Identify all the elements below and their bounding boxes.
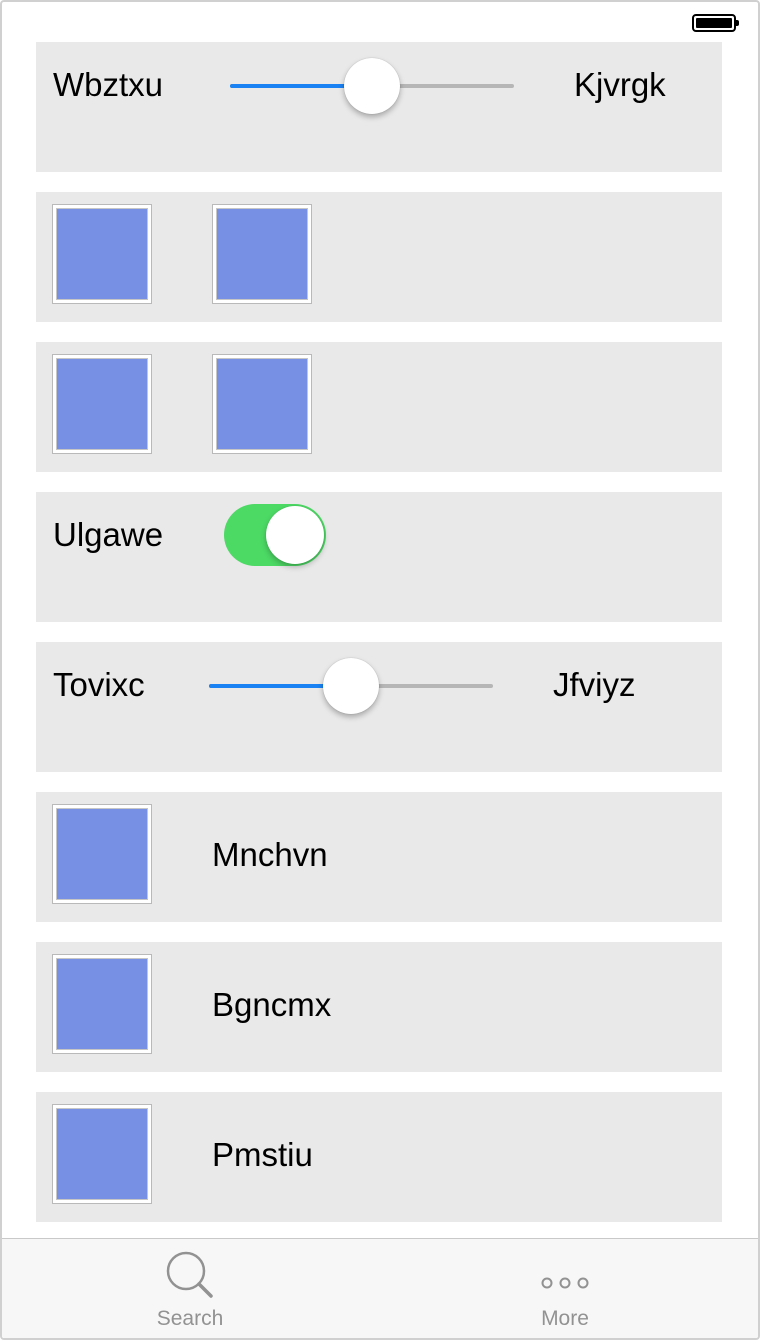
- list-item[interactable]: Bgncmx: [36, 942, 722, 1072]
- color-swatch: [52, 1104, 152, 1204]
- color-swatch[interactable]: [52, 204, 152, 304]
- color-swatch[interactable]: [52, 354, 152, 454]
- color-swatch: [52, 804, 152, 904]
- slider-row-1: Wbztxu Kjvrgk: [36, 42, 722, 172]
- slider-thumb[interactable]: [344, 58, 400, 114]
- swatch-row-2: [36, 342, 722, 472]
- tab-bar: Search More: [2, 1238, 758, 1338]
- battery-icon: [692, 14, 739, 32]
- tab-label: Search: [156, 1307, 224, 1330]
- color-swatch[interactable]: [212, 354, 312, 454]
- slider-min-label: Wbztxu: [53, 66, 164, 103]
- list-item-label: Pmstiu: [212, 1136, 313, 1173]
- slider-max-label: Kjvrgk: [574, 66, 666, 103]
- search-icon: [166, 1251, 213, 1298]
- slider-2[interactable]: [209, 656, 493, 716]
- slider-max-label: Jfviyz: [553, 666, 636, 703]
- tab-label: More: [541, 1307, 589, 1330]
- swatch-row-1: [36, 192, 722, 322]
- more-icon: [541, 1277, 589, 1289]
- slider-row-2: Tovixc Jfviyz: [36, 642, 722, 772]
- list-item[interactable]: Mnchvn: [36, 792, 722, 922]
- color-swatch[interactable]: [212, 204, 312, 304]
- list-item-label: Bgncmx: [212, 986, 332, 1023]
- color-swatch: [52, 954, 152, 1054]
- tab-more[interactable]: More: [465, 1239, 665, 1338]
- list-item[interactable]: Pmstiu: [36, 1092, 722, 1222]
- tab-search[interactable]: Search: [90, 1239, 290, 1338]
- slider-1[interactable]: [230, 56, 514, 116]
- toggle-switch[interactable]: [224, 504, 326, 566]
- toggle-row: Ulgawe: [36, 492, 722, 622]
- app-window: Wbztxu Kjvrgk Ulgawe Tovixc Jfviyz Mnchv…: [0, 0, 760, 1340]
- toggle-label: Ulgawe: [53, 516, 164, 553]
- slider-min-label: Tovixc: [53, 666, 145, 703]
- toggle-knob: [266, 506, 324, 564]
- list-item-label: Mnchvn: [212, 836, 328, 873]
- slider-thumb[interactable]: [323, 658, 379, 714]
